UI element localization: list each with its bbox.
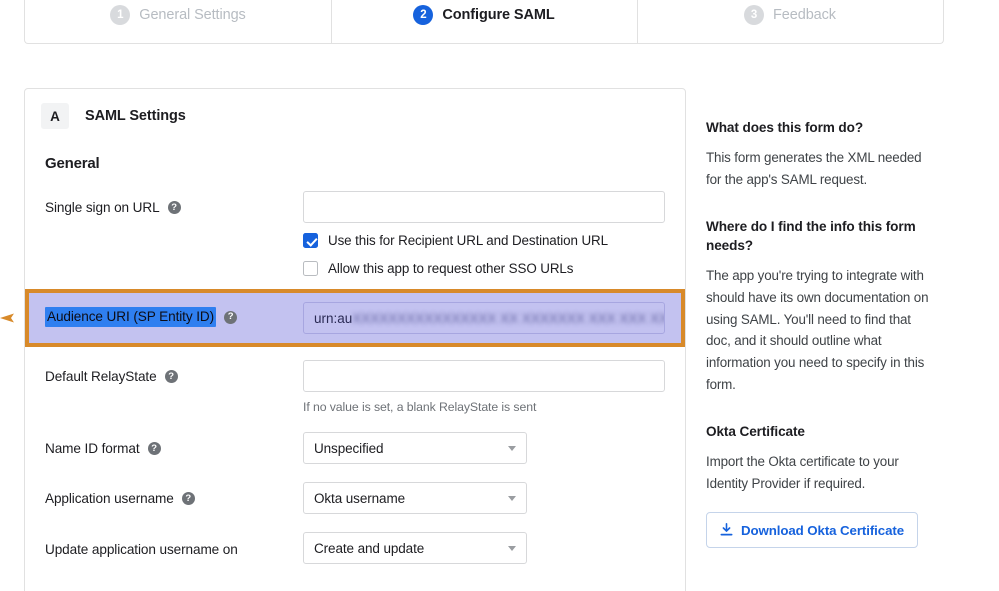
application-username-value: Okta username	[314, 491, 405, 506]
chevron-down-icon	[508, 546, 516, 551]
download-okta-certificate-label: Download Okta Certificate	[741, 523, 904, 538]
step-number-badge: 2	[413, 5, 433, 25]
form-rows: Single sign on URL ? Use this for Recipi…	[25, 182, 685, 573]
label-update-application-username-on: Update application username on	[45, 532, 303, 557]
download-okta-certificate-button[interactable]: Download Okta Certificate	[706, 512, 918, 548]
okta-certificate-body: Import the Okta certificate to your Iden…	[706, 451, 938, 494]
saml-settings-card: A SAML Settings General Single sign on U…	[24, 88, 686, 591]
help-icon[interactable]: ?	[148, 442, 161, 455]
row-application-username: Application username ? Okta username	[25, 473, 685, 523]
wizard-stepper: 1 General Settings 2 Configure SAML 3 Fe…	[24, 0, 944, 44]
help-question-1-body: This form generates the XML needed for t…	[706, 147, 938, 190]
field-default-relay-state: If no value is set, a blank RelayState i…	[303, 360, 686, 414]
chevron-down-icon	[508, 446, 516, 451]
chevron-down-icon	[508, 496, 516, 501]
step-configure-saml[interactable]: 2 Configure SAML	[331, 0, 637, 43]
field-name-id-format: Unspecified	[303, 432, 685, 464]
label-name-id-format: Name ID format ?	[45, 432, 303, 456]
field-update-application-username-on: Create and update	[303, 532, 685, 564]
update-application-username-on-value: Create and update	[314, 541, 424, 556]
help-question-2-title: Where do I find the info this form needs…	[706, 217, 938, 256]
audience-uri-value-visible: urn:au	[314, 311, 352, 326]
field-label-text: Single sign on URL	[45, 200, 160, 215]
row-audience-uri: Audience URI (SP Entity ID) ? urn:auXXXX…	[25, 289, 685, 347]
field-application-username: Okta username	[303, 482, 685, 514]
field-label-text: Update application username on	[45, 542, 238, 557]
checkbox-recipient-url-row[interactable]: Use this for Recipient URL and Destinati…	[303, 233, 665, 248]
okta-certificate-title: Okta Certificate	[706, 422, 938, 441]
update-application-username-on-select[interactable]: Create and update	[303, 532, 527, 564]
label-application-username: Application username ?	[45, 482, 303, 506]
checkbox-other-sso-urls-row[interactable]: Allow this app to request other SSO URLs	[303, 261, 665, 276]
default-relay-state-input[interactable]	[303, 360, 665, 392]
step-label: General Settings	[139, 7, 245, 23]
row-name-id-format: Name ID format ? Unspecified	[25, 423, 685, 473]
step-feedback[interactable]: 3 Feedback	[637, 0, 943, 43]
name-id-format-value: Unspecified	[314, 441, 383, 456]
checkbox-recipient-url[interactable]	[303, 233, 318, 248]
single-sign-on-url-input[interactable]	[303, 191, 665, 223]
field-label-text: Default RelayState	[45, 369, 157, 384]
checkbox-recipient-url-label: Use this for Recipient URL and Destinati…	[328, 233, 608, 248]
card-header: A SAML Settings	[25, 89, 685, 129]
name-id-format-select[interactable]: Unspecified	[303, 432, 527, 464]
field-single-sign-on-url: Use this for Recipient URL and Destinati…	[303, 191, 686, 276]
step-label: Configure SAML	[442, 7, 554, 23]
section-letter-badge: A	[41, 103, 69, 129]
row-default-relay-state: Default RelayState ? If no value is set,…	[25, 351, 685, 423]
field-audience-uri: urn:auXXXXXXXXXXXXXXXX XX XXXXXXX XXX XX…	[303, 302, 686, 334]
annotation-arrow-icon	[0, 312, 18, 324]
help-panel: What does this form do? This form genera…	[706, 118, 938, 548]
label-audience-uri: Audience URI (SP Entity ID) ?	[45, 302, 303, 327]
step-number-badge: 1	[110, 5, 130, 25]
row-update-application-username-on: Update application username on Create an…	[25, 523, 685, 573]
audience-uri-input[interactable]: urn:auXXXXXXXXXXXXXXXX XX XXXXXXX XXX XX…	[303, 302, 665, 334]
checkbox-other-sso-urls[interactable]	[303, 261, 318, 276]
step-general-settings[interactable]: 1 General Settings	[25, 0, 331, 43]
application-username-select[interactable]: Okta username	[303, 482, 527, 514]
step-number-badge: 3	[744, 5, 764, 25]
field-label-text-selected: Audience URI (SP Entity ID)	[45, 307, 216, 327]
help-icon[interactable]: ?	[182, 492, 195, 505]
help-icon[interactable]: ?	[168, 201, 181, 214]
help-question-2-body: The app you're trying to integrate with …	[706, 265, 938, 395]
row-single-sign-on-url: Single sign on URL ? Use this for Recipi…	[25, 182, 685, 285]
help-icon[interactable]: ?	[224, 311, 237, 324]
subsection-title: General	[25, 129, 685, 172]
field-label-text: Application username	[45, 491, 174, 506]
audience-uri-value-redacted: XXXXXXXXXXXXXXXX XX XXXXXXX XXX XXX XXXX…	[352, 311, 665, 326]
checkbox-other-sso-urls-label: Allow this app to request other SSO URLs	[328, 261, 573, 276]
label-single-sign-on-url: Single sign on URL ?	[45, 191, 303, 215]
card-title: SAML Settings	[85, 108, 186, 124]
okta-saml-config-screen: 1 General Settings 2 Configure SAML 3 Fe…	[0, 0, 999, 591]
help-question-1-title: What does this form do?	[706, 118, 938, 137]
default-relay-state-hint: If no value is set, a blank RelayState i…	[303, 400, 665, 414]
label-default-relay-state: Default RelayState ?	[45, 360, 303, 384]
help-icon[interactable]: ?	[165, 370, 178, 383]
download-icon	[720, 523, 733, 537]
step-label: Feedback	[773, 7, 836, 23]
field-label-text: Name ID format	[45, 441, 140, 456]
